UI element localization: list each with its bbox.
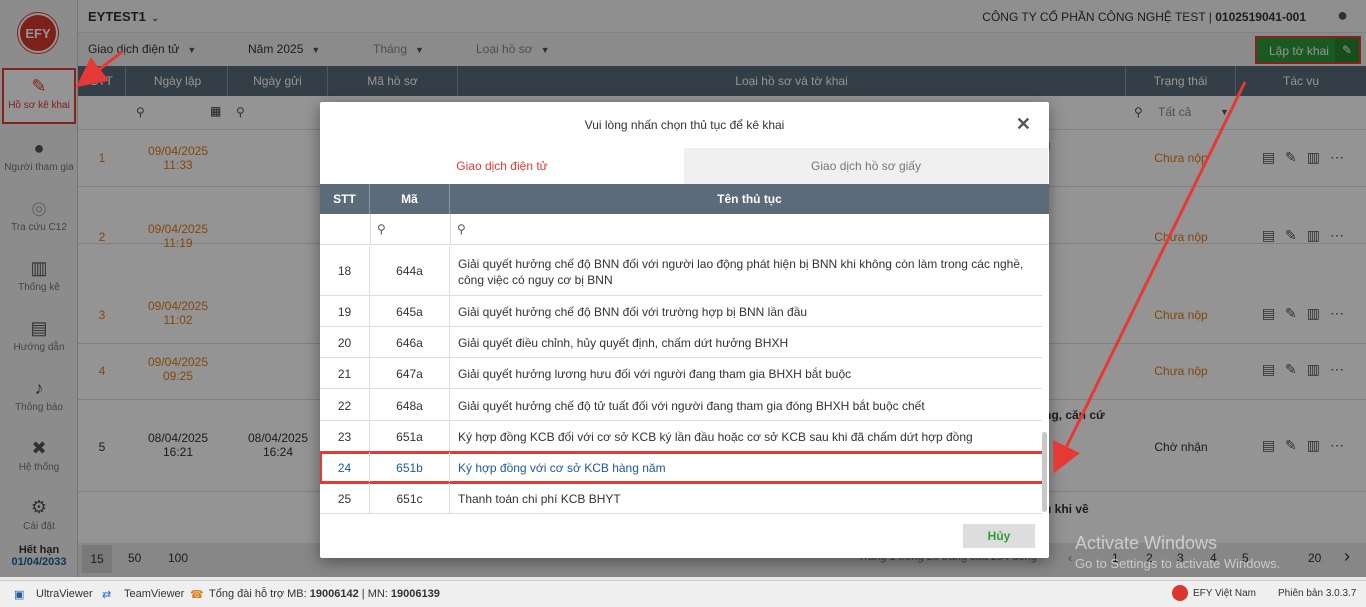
teamviewer-link[interactable]: TeamViewer — [124, 588, 184, 600]
col-stt: STT — [320, 184, 370, 214]
col-code: Mã — [370, 184, 450, 214]
status-bar: ▣ UltraViewer ⇄ TeamViewer ☎ Tổng đài hỗ… — [0, 580, 1366, 607]
list-item[interactable]: 19 645a Giải quyết hưởng chế độ BNN đối … — [320, 296, 1042, 327]
list-item[interactable]: 18 644a Giải quyết hưởng chế độ BNN đối … — [320, 247, 1042, 296]
cancel-button[interactable]: Hủy — [963, 524, 1035, 548]
list-item[interactable]: 23 651a Ký hợp đồng KCB đối với cơ sở KC… — [320, 421, 1042, 452]
dialog-table-header: STT Mã Tên thủ tục — [320, 184, 1049, 214]
scrollbar[interactable] — [1042, 432, 1047, 512]
search-icon[interactable]: ⚲ — [457, 222, 466, 236]
close-icon[interactable]: ✕ — [1016, 114, 1031, 135]
list-item[interactable]: 22 648a Giải quyết hưởng chế độ tử tuất … — [320, 389, 1042, 421]
efy-logo-small — [1172, 585, 1188, 601]
teamviewer-icon: ⇄ — [102, 589, 112, 601]
ultraviewer-link[interactable]: UltraViewer — [36, 588, 93, 600]
list-item-selected[interactable]: 24 651b Ký hợp đồng với cơ sở KCB hàng n… — [320, 451, 1042, 484]
ultraviewer-icon: ▣ — [14, 589, 25, 601]
phone-icon: ☎ — [190, 589, 204, 601]
list-item[interactable]: 20 646a Giải quyết điều chỉnh, hủy quyết… — [320, 327, 1042, 358]
version-text: Phiên bản 3.0.3.7 — [1278, 588, 1357, 599]
dialog-title: Vui lòng nhấn chọn thủ tục để kê khai — [584, 118, 785, 132]
procedure-list: 18 644a Giải quyết hưởng chế độ BNN đối … — [320, 247, 1042, 515]
col-name: Tên thủ tục — [717, 192, 782, 206]
activation-watermark: Activate Windows Go to Settings to activ… — [1075, 533, 1281, 571]
list-item[interactable]: 25 651c Thanh toán chi phí KCB BHYT — [320, 483, 1042, 514]
brand-name: EFY Việt Nam — [1193, 588, 1256, 599]
tab-giao-dich-ho-so-giay[interactable]: Giao dịch hồ sơ giấy — [684, 148, 1048, 184]
hotline: Tổng đài hỗ trợ MB: 19006142 | MN: 19006… — [209, 588, 440, 600]
search-icon[interactable]: ⚲ — [377, 222, 386, 236]
dialog-tabs: Giao dịch điện tử Giao dịch hồ sơ giấy — [320, 148, 1049, 184]
tab-giao-dich-dien-tu[interactable]: Giao dịch điện tử — [320, 148, 684, 184]
procedure-dialog: Vui lòng nhấn chọn thủ tục để kê khai ✕ … — [320, 102, 1049, 558]
list-item[interactable]: 21 647a Giải quyết hưởng lương hưu đối v… — [320, 358, 1042, 389]
dialog-search-row: ⚲ ⚲ — [320, 214, 1049, 245]
